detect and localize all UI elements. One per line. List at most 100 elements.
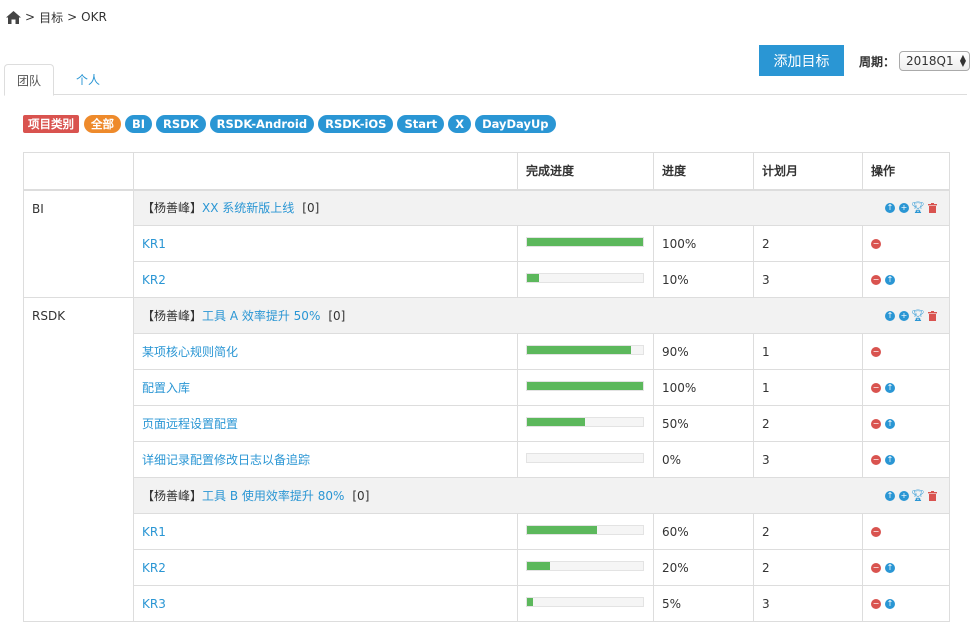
kr-actions: −: [871, 346, 941, 357]
kr-progress-cell: 50%: [653, 405, 754, 442]
minus-circle-icon[interactable]: −: [871, 238, 881, 249]
arrow-up-circle-icon[interactable]: ↑: [885, 562, 895, 573]
filter-pill-rsdk[interactable]: RSDK: [156, 115, 206, 133]
minus-circle-icon[interactable]: −: [871, 382, 881, 393]
filter-pill-x[interactable]: X: [448, 115, 472, 133]
trophy-icon[interactable]: 🏆︎: [911, 202, 925, 213]
objective-count: [0]: [302, 201, 320, 216]
progress-bar-fill: [527, 273, 539, 282]
objective-title-link[interactable]: 工具 A 效率提升 50%: [202, 309, 320, 323]
kr-name-cell: 详细记录配置修改日志以备追踪: [133, 441, 518, 478]
home-icon[interactable]: [6, 10, 21, 24]
minus-circle-icon[interactable]: −: [871, 274, 881, 285]
kr-name-cell: KR3: [133, 585, 518, 622]
kr-progress-cell: 100%: [653, 225, 754, 262]
trash-icon[interactable]: [927, 490, 937, 501]
minus-circle-icon[interactable]: −: [871, 346, 881, 357]
header-progress: 进度: [653, 152, 754, 191]
filter-pill-daydayup[interactable]: DayDayUp: [475, 115, 556, 133]
filter-pill-rsdk-ios[interactable]: RSDK-iOS: [318, 115, 394, 133]
arrow-up-circle-icon[interactable]: ↑: [885, 382, 895, 393]
okr-table-body: BI 【杨善峰】XX 系统新版上线 [0] ↑ + 🏆︎ KR1 100% 2 …: [23, 189, 950, 622]
kr-name-link[interactable]: 页面远程设置配置: [142, 417, 238, 431]
objective-title-link[interactable]: 工具 B 使用效率提升 80%: [202, 489, 344, 503]
trophy-icon[interactable]: 🏆︎: [911, 310, 925, 321]
kr-name-link[interactable]: 详细记录配置修改日志以备追踪: [142, 453, 310, 467]
kr-name-link[interactable]: KR3: [142, 597, 166, 611]
arrow-up-circle-icon[interactable]: ↑: [885, 490, 895, 501]
category-filter-label: 项目类别: [23, 115, 79, 133]
trash-icon[interactable]: [927, 202, 937, 213]
progress-bar-fill: [527, 381, 643, 390]
kr-name-link[interactable]: KR2: [142, 273, 166, 287]
progress-bar-fill: [527, 345, 632, 354]
filter-pill-rsdk-android[interactable]: RSDK-Android: [209, 115, 315, 133]
breadcrumb: > 目标 > OKR: [6, 8, 107, 26]
tab-bar: 团队 个人: [4, 64, 967, 96]
arrow-up-circle-icon[interactable]: ↑: [885, 202, 895, 213]
kr-actions: − ↑: [871, 274, 941, 285]
minus-circle-icon[interactable]: −: [871, 598, 881, 609]
kr-name-cell: KR1: [133, 513, 518, 550]
kr-name-link[interactable]: 某项核心规则简化: [142, 345, 238, 359]
trophy-icon[interactable]: 🏆︎: [911, 490, 925, 501]
arrow-up-circle-icon[interactable]: ↑: [885, 274, 895, 285]
objective-actions: ↑ + 🏆︎: [885, 490, 941, 501]
minus-circle-icon[interactable]: −: [871, 454, 881, 465]
progress-bar: [526, 596, 644, 607]
tab-personal[interactable]: 个人: [64, 64, 112, 95]
plus-circle-icon[interactable]: +: [899, 490, 909, 501]
kr-month-cell: 2: [753, 225, 863, 262]
header-ops: 操作: [862, 152, 950, 191]
kr-ops-cell: −: [862, 513, 950, 550]
progress-bar-fill: [527, 561, 551, 570]
plus-circle-icon[interactable]: +: [899, 310, 909, 321]
kr-month-cell: 3: [753, 441, 863, 478]
kr-name-cell: 配置入库: [133, 369, 518, 406]
kr-name-link[interactable]: KR1: [142, 525, 166, 539]
minus-circle-icon[interactable]: −: [871, 562, 881, 573]
progress-bar: [526, 452, 644, 463]
arrow-up-circle-icon[interactable]: ↑: [885, 598, 895, 609]
arrow-up-circle-icon[interactable]: ↑: [885, 454, 895, 465]
kr-name-cell: 某项核心规则简化: [133, 333, 518, 370]
header-item: [133, 152, 518, 191]
kr-name-link[interactable]: KR1: [142, 237, 166, 251]
project-category-filter: 项目类别 全部 BI RSDK RSDK-Android RSDK-iOS St…: [23, 115, 560, 133]
kr-ops-cell: − ↑: [862, 441, 950, 478]
kr-ops-cell: −: [862, 225, 950, 262]
trash-icon[interactable]: [927, 310, 937, 321]
kr-actions: −: [871, 526, 941, 537]
tab-team[interactable]: 团队: [4, 64, 55, 96]
kr-name-link[interactable]: KR2: [142, 561, 166, 575]
progress-bar-fill: [527, 597, 533, 606]
breadcrumb-item-goals[interactable]: 目标: [39, 9, 63, 26]
filter-pill-all[interactable]: 全部: [84, 115, 121, 133]
kr-ops-cell: −: [862, 333, 950, 370]
filter-pill-start[interactable]: Start: [397, 115, 445, 133]
kr-month-cell: 3: [753, 585, 863, 622]
kr-progress-cell: 20%: [653, 549, 754, 586]
objective-title-group: 【杨善峰】工具 B 使用效率提升 80% [0]: [142, 487, 369, 504]
key-result-row: KR2 10% 3 − ↑: [24, 261, 950, 298]
objective-title-group: 【杨善峰】工具 A 效率提升 50% [0]: [142, 307, 345, 324]
filter-pill-bi[interactable]: BI: [125, 115, 153, 133]
kr-actions: − ↑: [871, 598, 941, 609]
arrow-up-circle-icon[interactable]: ↑: [885, 418, 895, 429]
progress-bar-fill: [527, 417, 585, 426]
category-cell: RSDK: [23, 297, 134, 622]
key-result-row: KR1 100% 2 −: [24, 225, 950, 262]
kr-name-cell: KR1: [133, 225, 518, 262]
objective-cell: 【杨善峰】工具 B 使用效率提升 80% [0] ↑ + 🏆︎: [133, 477, 950, 514]
key-result-row: KR3 5% 3 − ↑: [24, 585, 950, 622]
minus-circle-icon[interactable]: −: [871, 418, 881, 429]
minus-circle-icon[interactable]: −: [871, 526, 881, 537]
objective-title-link[interactable]: XX 系统新版上线: [202, 201, 294, 215]
kr-progress-bar-cell: [517, 333, 654, 370]
arrow-up-circle-icon[interactable]: ↑: [885, 310, 895, 321]
progress-bar-fill: [527, 525, 597, 534]
plus-circle-icon[interactable]: +: [899, 202, 909, 213]
kr-month-cell: 2: [753, 513, 863, 550]
table-header-row: 完成进度 进度 计划月 操作: [23, 152, 950, 191]
kr-name-link[interactable]: 配置入库: [142, 381, 190, 395]
